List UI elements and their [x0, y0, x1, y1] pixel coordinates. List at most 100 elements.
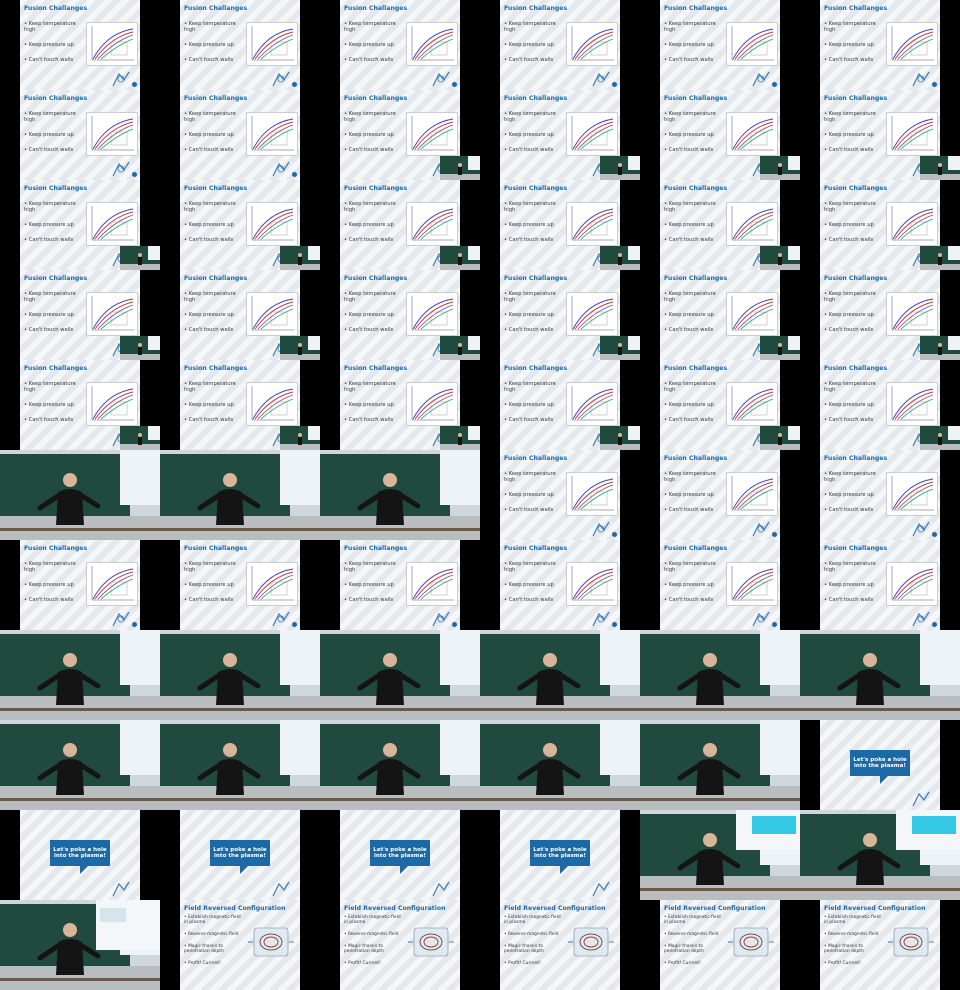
bullet-list: • Keep temperature high • Keep pressure …	[664, 381, 724, 432]
bullet-item: • Keep pressure up	[824, 492, 874, 498]
slide-thumbnail[interactable]: Fusion Challanges • Keep temperature hig…	[640, 90, 800, 180]
mascot-illustration	[750, 518, 772, 538]
slide-thumbnail[interactable]: Fusion Challanges • Keep temperature hig…	[160, 270, 320, 360]
camera-thumbnail[interactable]	[640, 720, 800, 810]
speaker-camera-frame	[0, 450, 160, 540]
slide-thumbnail[interactable]: Fusion Challanges • Keep temperature hig…	[160, 0, 320, 90]
slide-thumbnail[interactable]: Fusion Challanges • Keep temperature hig…	[480, 270, 640, 360]
slide-thumbnail[interactable]: Fusion Challanges • Keep temperature hig…	[480, 360, 640, 450]
chart-image	[91, 116, 134, 151]
slide-thumbnail[interactable]: Fusion Challanges • Keep temperature hig…	[0, 0, 160, 90]
slide-thumbnail[interactable]: Fusion Challanges • Keep temperature hig…	[800, 450, 960, 540]
camera-thumbnail[interactable]	[0, 450, 160, 540]
slide-thumbnail[interactable]: Fusion Challanges • Keep temperature hig…	[800, 540, 960, 630]
slide-thumbnail[interactable]: Fusion Challanges • Keep temperature hig…	[640, 450, 800, 540]
bullet-item: • Can't touch walls	[24, 147, 74, 153]
slide-thumbnail[interactable]: Fusion Challanges • Keep temperature hig…	[160, 540, 320, 630]
slide-thumbnail[interactable]: Fusion Challanges • Keep temperature hig…	[640, 180, 800, 270]
slide-fusion-challenges: Fusion Challanges • Keep temperature hig…	[500, 90, 640, 180]
camera-thumbnail[interactable]	[800, 630, 960, 720]
slide-thumbnail[interactable]: Fusion Challanges • Keep temperature hig…	[320, 90, 480, 180]
slide-thumbnail[interactable]: Fusion Challanges • Keep temperature hig…	[320, 360, 480, 450]
camera-thumbnail[interactable]	[320, 630, 480, 720]
bullet-list: • Keep temperature high • Keep pressure …	[184, 21, 244, 72]
slide-thumbnail[interactable]: Fusion Challanges • Keep temperature hig…	[0, 360, 160, 450]
bullet-item: • Keep temperature high	[664, 21, 716, 33]
bullet-list: • Keep temperature high • Keep pressure …	[664, 291, 724, 342]
bullet-item: • Keep temperature high	[664, 381, 716, 393]
bullet-list: • Keep temperature high • Keep pressure …	[824, 111, 884, 162]
slide-field-reversed: Field Reversed Configuration • Establish…	[820, 900, 940, 990]
slide-thumbnail[interactable]: Fusion Challanges • Keep temperature hig…	[320, 270, 480, 360]
slide-thumbnail[interactable]: Fusion Challanges • Keep temperature hig…	[160, 360, 320, 450]
bullet-list: • Keep temperature high • Keep pressure …	[504, 21, 564, 72]
slide-thumbnail[interactable]: Fusion Challanges • Keep temperature hig…	[480, 180, 640, 270]
slide-thumbnail[interactable]: Fusion Challanges • Keep temperature hig…	[640, 0, 800, 90]
slide-fusion-challenges: Fusion Challanges • Keep temperature hig…	[820, 90, 960, 180]
slide-thumbnail[interactable]: Field Reversed Configuration • Establish…	[640, 900, 800, 990]
mascot-illustration	[590, 878, 612, 898]
slide-thumbnail[interactable]: Fusion Challanges • Keep temperature hig…	[800, 270, 960, 360]
camera-thumbnail[interactable]	[800, 810, 960, 900]
slide-thumbnail[interactable]: Fusion Challanges • Keep temperature hig…	[640, 540, 800, 630]
speaker-scene	[0, 900, 160, 990]
bullet-item: • Can't touch walls	[184, 147, 234, 153]
bullet-list: • Keep temperature high • Keep pressure …	[504, 561, 564, 612]
chart-image	[571, 386, 614, 421]
slide-thumbnail[interactable]: Fusion Challanges • Keep temperature hig…	[0, 540, 160, 630]
slide-thumbnail[interactable]: Fusion Challanges • Keep temperature hig…	[800, 360, 960, 450]
camera-thumbnail[interactable]	[160, 720, 320, 810]
slide-thumbnail[interactable]: Let's poke a hole into the plasma!	[160, 810, 320, 900]
slide-thumbnail[interactable]: Fusion Challanges • Keep temperature hig…	[0, 180, 160, 270]
bullet-item: • Profit! Current!	[824, 961, 861, 966]
slide-thumbnail[interactable]: Let's poke a hole into the plasma!	[320, 810, 480, 900]
speaker-camera-frame	[0, 720, 160, 810]
slide-fusion-challenges: Fusion Challanges • Keep temperature hig…	[660, 540, 780, 630]
slide-thumbnail[interactable]: Field Reversed Configuration • Establish…	[160, 900, 320, 990]
slide-thumbnail[interactable]: Field Reversed Configuration • Establish…	[320, 900, 480, 990]
slide-thumbnail[interactable]: Fusion Challanges • Keep temperature hig…	[800, 0, 960, 90]
slide-thumbnail[interactable]: Fusion Challanges • Keep temperature hig…	[480, 0, 640, 90]
slide-thumbnail[interactable]: Fusion Challanges • Keep temperature hig…	[0, 90, 160, 180]
bullet-list: • Keep temperature high • Keep pressure …	[824, 291, 884, 342]
slide-thumbnail[interactable]: Fusion Challanges • Keep temperature hig…	[800, 180, 960, 270]
slide-thumbnail[interactable]: Fusion Challanges • Keep temperature hig…	[320, 540, 480, 630]
slide-thumbnail[interactable]: Let's poke a hole into the plasma!	[0, 810, 160, 900]
camera-thumbnail[interactable]	[0, 720, 160, 810]
speaker-pip-overlay	[600, 336, 640, 360]
chart-image	[91, 26, 134, 61]
camera-thumbnail[interactable]	[320, 720, 480, 810]
slide-thumbnail[interactable]: Fusion Challanges • Keep temperature hig…	[480, 90, 640, 180]
camera-thumbnail[interactable]	[640, 810, 800, 900]
slide-thumbnail[interactable]: Fusion Challanges • Keep temperature hig…	[800, 90, 960, 180]
slide-thumbnail[interactable]: Fusion Challanges • Keep temperature hig…	[480, 540, 640, 630]
slide-thumbnail[interactable]: Fusion Challanges • Keep temperature hig…	[320, 0, 480, 90]
slide-thumbnail[interactable]: Field Reversed Configuration • Establish…	[480, 900, 640, 990]
camera-thumbnail[interactable]	[480, 720, 640, 810]
camera-thumbnail[interactable]	[0, 900, 160, 990]
slide-thumbnail[interactable]: Let's poke a hole into the plasma!	[480, 810, 640, 900]
camera-thumbnail[interactable]	[0, 630, 160, 720]
camera-thumbnail[interactable]	[160, 450, 320, 540]
bullet-item: • Keep pressure up	[24, 312, 74, 318]
slide-thumbnail[interactable]: Fusion Challanges • Keep temperature hig…	[320, 180, 480, 270]
camera-thumbnail[interactable]	[640, 630, 800, 720]
slide-fusion-challenges: Fusion Challanges • Keep temperature hig…	[340, 90, 480, 180]
slide-thumbnail[interactable]: Fusion Challanges • Keep temperature hig…	[640, 270, 800, 360]
slide-thumbnail[interactable]: Fusion Challanges • Keep temperature hig…	[640, 360, 800, 450]
speaker-camera-frame	[160, 630, 320, 720]
camera-thumbnail[interactable]	[480, 630, 640, 720]
slide-thumbnail[interactable]: Fusion Challanges • Keep temperature hig…	[0, 270, 160, 360]
bullet-item: • Keep temperature high	[184, 21, 236, 33]
bullet-item: • Keep pressure up	[504, 312, 554, 318]
fusion-chart-image	[406, 22, 458, 66]
bullet-item: • Establish magnetic field in plasma	[344, 915, 401, 925]
camera-thumbnail[interactable]	[160, 630, 320, 720]
slide-thumbnail[interactable]: Fusion Challanges • Keep temperature hig…	[160, 180, 320, 270]
camera-thumbnail[interactable]	[320, 450, 480, 540]
slide-fusion-challenges: Fusion Challanges • Keep temperature hig…	[180, 540, 300, 630]
slide-thumbnail[interactable]: Field Reversed Configuration • Establish…	[800, 900, 960, 990]
slide-thumbnail[interactable]: Fusion Challanges • Keep temperature hig…	[160, 90, 320, 180]
slide-thumbnail[interactable]: Fusion Challanges • Keep temperature hig…	[480, 450, 640, 540]
slide-thumbnail[interactable]: Let's poke a hole into the plasma!	[800, 720, 960, 810]
